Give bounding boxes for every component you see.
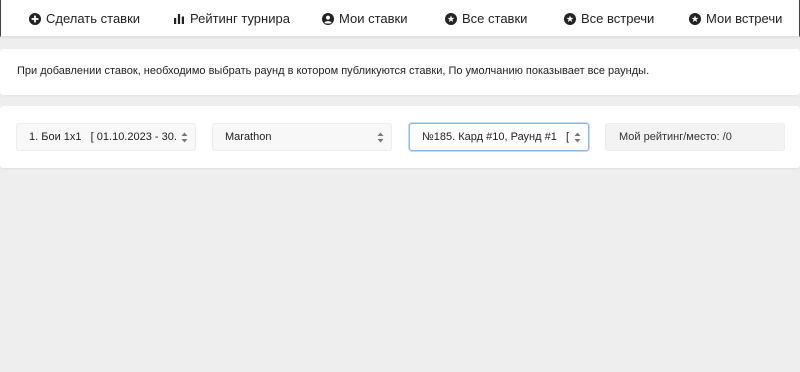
bar-chart-icon [173, 13, 185, 25]
bookmaker-select-value: Marathon [225, 131, 272, 143]
select-arrows-icon [373, 132, 387, 143]
bookmaker-select[interactable]: Marathon [212, 123, 392, 151]
star-circle-icon [564, 12, 576, 25]
nav-tournament-rating-label: Рейтинг турнира [190, 11, 290, 26]
my-rating-text: Мой рейтинг/место: /0 [619, 131, 732, 143]
nav-all-matches-label: Все встречи [581, 11, 655, 26]
round-select[interactable]: №185. Кард #10, Раунд #1 [ 0 [409, 123, 589, 151]
user-circle-icon [322, 12, 334, 25]
star-circle-icon [689, 12, 701, 25]
nav-all-bets-label: Все ставки [462, 11, 528, 26]
nav-my-bets-label: Мои ставки [339, 11, 408, 26]
tournament-select-value: 1. Бои 1x1 [ 01.10.2023 - 30.1 [29, 131, 177, 143]
nav-make-bets-label: Сделать ставки [46, 11, 141, 26]
round-select-value: №185. Кард #10, Раунд #1 [ 0 [422, 131, 570, 143]
select-arrows-icon [570, 132, 584, 143]
tournament-select[interactable]: 1. Бои 1x1 [ 01.10.2023 - 30.1 [16, 123, 196, 151]
nav-my-matches-label: Мои встречи [706, 11, 783, 26]
nav-all-matches[interactable]: Все встречи [564, 0, 654, 37]
nav-make-bets[interactable]: Сделать ставки [29, 0, 140, 37]
top-navigation: Сделать ставки Рейтинг турнира Мои ставк… [0, 0, 800, 37]
my-rating-field: Мой рейтинг/место: /0 [605, 123, 785, 151]
plus-circle-icon [29, 12, 41, 25]
select-arrows-icon [177, 132, 191, 143]
nav-all-bets[interactable]: Все ставки [445, 0, 527, 37]
nav-tournament-rating[interactable]: Рейтинг турнира [173, 0, 290, 37]
nav-my-bets[interactable]: Мои ставки [322, 0, 407, 37]
star-circle-icon [445, 12, 457, 25]
nav-my-matches[interactable]: Мои встречи [689, 0, 782, 37]
info-message: При добавлении ставок, необходимо выбрат… [17, 65, 650, 77]
